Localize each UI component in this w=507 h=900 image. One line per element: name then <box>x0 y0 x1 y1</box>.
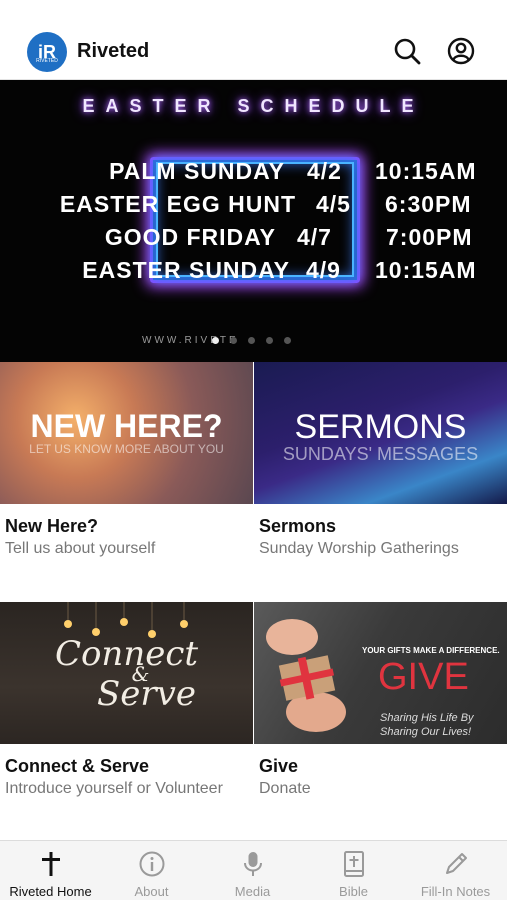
card-overlay-title: GIVE <box>378 656 469 698</box>
cross-icon <box>41 852 60 876</box>
card-overlay-subtitle: LET US KNOW MORE ABOUT YOU <box>29 442 224 456</box>
search-icon[interactable] <box>392 36 422 66</box>
card-image[interactable]: YOUR GIFTS MAKE A DIFFERENCE. GIVE Shari… <box>254 602 507 744</box>
tab-label: Fill-In Notes <box>420 884 491 899</box>
card-subtitle: Sunday Worship Gatherings <box>259 540 459 557</box>
microphone-icon <box>243 852 262 876</box>
card-image[interactable]: NEW HERE? LET US KNOW MORE ABOUT YOU <box>0 362 253 504</box>
card-subtitle: Tell us about yourself <box>5 540 156 557</box>
tab-riveted-home[interactable]: Riveted Home <box>0 841 101 900</box>
carousel-dot[interactable] <box>248 337 255 344</box>
tab-label: About <box>134 884 169 899</box>
card-new-here[interactable]: NEW HERE? LET US KNOW MORE ABOUT YOU New… <box>0 362 253 602</box>
app-logo[interactable]: iR RIVETED <box>27 32 67 72</box>
logo-subtext: RIVETED <box>36 58 58 64</box>
info-icon <box>139 851 164 877</box>
tab-fill-in-notes[interactable]: Fill-In Notes <box>404 841 507 900</box>
schedule-time: 10:15AM <box>375 257 477 283</box>
schedule-event: GOOD FRIDAY <box>104 224 276 250</box>
card-subtitle: Introduce yourself or Volunteer <box>5 780 223 797</box>
carousel-dot[interactable] <box>284 337 291 344</box>
tab-label: Bible <box>339 884 368 899</box>
card-overlay-title: NEW HERE? <box>30 408 223 444</box>
schedule-time: 7:00PM <box>386 224 473 250</box>
card-subtitle: Donate <box>259 780 311 797</box>
schedule-date: 4/9 <box>306 257 341 283</box>
schedule-time: 6:30PM <box>385 191 472 217</box>
hero-carousel[interactable]: EASTER SCHEDULE PALM SUNDAY 4/2 10:15AM … <box>0 80 507 362</box>
schedule-row: EASTER EGG HUNT 4/5 6:30PM <box>0 191 507 223</box>
card-give[interactable]: YOUR GIFTS MAKE A DIFFERENCE. GIVE Shari… <box>254 602 507 840</box>
bible-icon <box>343 851 364 877</box>
card-image[interactable]: Connect & Serve <box>0 602 253 744</box>
schedule-row: EASTER SUNDAY 4/9 10:15AM <box>0 257 507 289</box>
tab-bible[interactable]: Bible <box>303 841 404 900</box>
tab-media[interactable]: Media <box>202 841 303 900</box>
app-header: iR RIVETED Riveted <box>0 0 507 80</box>
user-circle-icon[interactable] <box>446 36 476 66</box>
carousel-dots[interactable] <box>212 337 291 344</box>
app-title: Riveted <box>77 40 150 62</box>
card-connect-serve[interactable]: Connect & Serve Connect & Serve Introduc… <box>0 602 253 840</box>
tab-label: Media <box>234 884 271 899</box>
card-sermons[interactable]: SERMONS SUNDAYS' MESSAGES Sermons Sunday… <box>254 362 507 602</box>
schedule-row: GOOD FRIDAY 4/7 7:00PM <box>0 224 507 256</box>
schedule-date: 4/7 <box>297 224 332 250</box>
card-overlay-tagline: YOUR GIFTS MAKE A DIFFERENCE. <box>362 646 500 655</box>
card-image[interactable]: SERMONS SUNDAYS' MESSAGES <box>254 362 507 504</box>
schedule-event: EASTER SUNDAY <box>82 257 290 283</box>
card-title[interactable]: Sermons <box>259 516 336 537</box>
schedule-row: PALM SUNDAY 4/2 10:15AM <box>0 158 507 190</box>
card-overlay-line-2: Sharing Our Lives! <box>380 726 472 738</box>
schedule-date: 4/2 <box>307 158 342 184</box>
pencil-icon <box>445 853 467 874</box>
schedule-event: EASTER EGG HUNT <box>59 191 296 217</box>
schedule-event: PALM SUNDAY <box>109 158 285 184</box>
tab-about[interactable]: About <box>101 841 202 900</box>
carousel-dot[interactable] <box>212 337 219 344</box>
card-overlay-subtitle: Serve <box>97 674 196 714</box>
card-title[interactable]: Connect & Serve <box>5 756 149 777</box>
schedule-time: 10:15AM <box>375 158 477 184</box>
hero-heading: EASTER SCHEDULE <box>82 96 425 116</box>
schedule-date: 4/5 <box>316 191 351 217</box>
gift-hands-icon <box>266 619 346 732</box>
card-overlay-title: SERMONS <box>294 408 467 446</box>
carousel-dot[interactable] <box>266 337 273 344</box>
tab-label: Riveted Home <box>9 884 92 899</box>
card-title[interactable]: Give <box>259 756 298 777</box>
card-overlay-line-1: Sharing His Life By <box>380 712 474 724</box>
carousel-dot[interactable] <box>230 337 237 344</box>
bottom-tab-bar: Riveted Home About Media Bible Fill-In N… <box>0 840 507 900</box>
card-title[interactable]: New Here? <box>5 516 98 537</box>
card-overlay-subtitle: SUNDAYS' MESSAGES <box>282 444 479 464</box>
